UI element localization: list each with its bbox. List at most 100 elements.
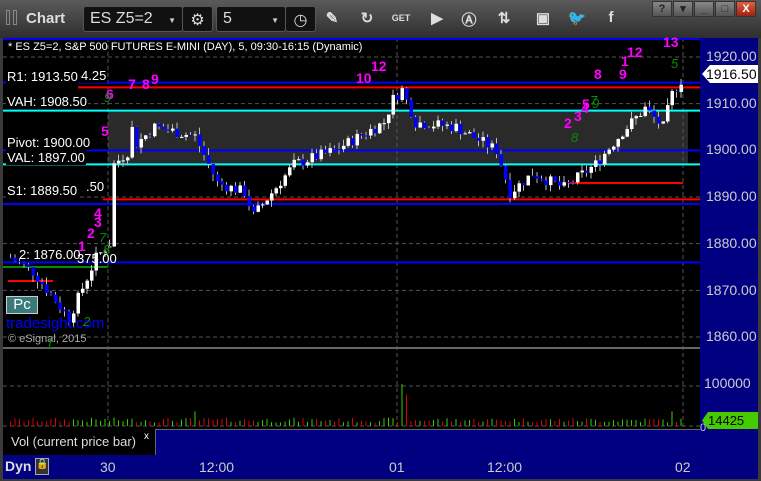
candle xyxy=(144,135,148,140)
r1-label: R1: 1913.50 xyxy=(6,69,79,84)
candle xyxy=(139,139,143,148)
price-axis-label: 1870.00 xyxy=(706,281,757,298)
candle xyxy=(661,121,665,124)
price-axis[interactable]: 1920.00 1910.00 1900.00 1890.00 1880.00 1870.… xyxy=(700,38,758,455)
chart-area[interactable]: * ES Z5=2, S&P 500 FUTURES E-MINI (DAY),… xyxy=(3,34,700,455)
price-axis-label: 1860.00 xyxy=(706,328,757,345)
candle xyxy=(526,175,530,186)
time-axis[interactable]: Dyn 🔒 30 12:00 01 12:00 02 xyxy=(3,455,758,479)
refresh-icon[interactable]: ↻ xyxy=(357,9,377,27)
price-axis-label: 1920.00 xyxy=(706,48,757,64)
candle xyxy=(670,91,674,106)
candle xyxy=(315,153,319,160)
candle xyxy=(328,148,332,153)
candle xyxy=(126,157,130,161)
candle xyxy=(85,280,89,289)
candle xyxy=(54,294,58,303)
comment-icon[interactable]: ▣ xyxy=(533,9,553,27)
candle xyxy=(22,262,26,265)
candle xyxy=(202,146,206,156)
candle xyxy=(576,172,580,183)
twitter-icon[interactable]: 🐦 xyxy=(567,9,587,27)
lock-icon[interactable]: 🔒 xyxy=(35,458,49,475)
candle xyxy=(585,170,589,173)
candle xyxy=(594,160,598,167)
setup-count: 5 xyxy=(671,56,679,71)
candle xyxy=(679,84,683,93)
candle xyxy=(9,257,13,259)
candle xyxy=(553,176,557,182)
candle xyxy=(184,134,188,137)
candle xyxy=(216,174,220,182)
minimize-button[interactable]: _ xyxy=(694,1,714,17)
sequence-count: 13 xyxy=(663,34,679,50)
pencil-icon[interactable]: ✎ xyxy=(322,9,342,27)
facebook-icon[interactable]: f xyxy=(601,9,621,26)
candle xyxy=(45,284,49,294)
grip-handle[interactable] xyxy=(6,10,10,25)
pc-button[interactable]: Pc xyxy=(6,296,38,314)
price-axis-label: 1890.00 xyxy=(706,188,757,205)
candle xyxy=(198,134,202,147)
help-button[interactable]: ? xyxy=(652,1,672,17)
candle xyxy=(409,99,413,118)
s1-extra: .50 xyxy=(85,179,106,194)
sequence-count: 9 xyxy=(151,71,159,87)
chevron-down-icon: ▼ xyxy=(168,16,176,25)
setup-count: 2 xyxy=(83,314,91,329)
candle xyxy=(180,136,184,138)
candle xyxy=(81,288,85,293)
get-icon[interactable]: GET xyxy=(391,13,411,23)
candle xyxy=(463,133,467,135)
link-icon[interactable]: ⇅ xyxy=(494,9,514,27)
setup-count: 8 xyxy=(103,242,111,257)
candle xyxy=(121,160,125,162)
alert-icon[interactable]: Ⓐ xyxy=(459,9,479,30)
title-bar: Chart ES Z5=2 ▼ ⚙ 5 ▼ ◷ ✎ ↻ GET ▶ Ⓐ ⇅ ▣ 🐦 … xyxy=(0,0,761,38)
candle xyxy=(63,309,67,312)
candle xyxy=(400,88,404,100)
candle xyxy=(607,149,611,154)
candle xyxy=(414,117,418,128)
candle xyxy=(477,138,481,141)
sequence-count: 8 xyxy=(142,76,150,92)
price-axis-label: 1880.00 xyxy=(706,234,757,251)
candle xyxy=(616,138,620,147)
play-icon[interactable]: ▶ xyxy=(427,9,447,27)
sequence-count: 10 xyxy=(356,70,372,86)
grip-handle[interactable] xyxy=(13,10,17,25)
s2-label: 2: 1876.00 xyxy=(19,247,81,262)
restore-button[interactable]: ▾ xyxy=(673,1,693,17)
chart-header: * ES Z5=2, S&P 500 FUTURES E-MINI (DAY),… xyxy=(8,41,363,53)
candle xyxy=(666,105,670,122)
maximize-button[interactable]: □ xyxy=(715,1,735,17)
close-study-button[interactable]: x xyxy=(144,431,149,442)
clock-icon[interactable]: ◷ xyxy=(285,6,316,32)
candle xyxy=(162,126,166,130)
price-axis-label: 1900.00 xyxy=(706,141,757,158)
candle xyxy=(153,123,157,137)
dyn-label: Dyn xyxy=(5,458,32,474)
symbol-select[interactable]: ES Z5=2 ▼ xyxy=(83,6,183,32)
sequence-count: 12 xyxy=(627,44,643,60)
candle xyxy=(432,126,436,129)
candle xyxy=(306,162,310,166)
candle xyxy=(405,88,409,100)
setup-count: 1 xyxy=(46,336,54,351)
interval-select[interactable]: 5 ▼ xyxy=(216,6,286,32)
volume-axis-label: 100000 xyxy=(704,375,751,391)
candle xyxy=(427,128,431,130)
candle xyxy=(675,91,679,93)
candle xyxy=(229,185,233,192)
candle xyxy=(135,127,139,148)
candle xyxy=(292,159,296,168)
val-label: VAL: 1897.00 xyxy=(6,150,86,165)
sequence-count: 1 xyxy=(78,238,86,254)
candle xyxy=(468,132,472,134)
settings-icon[interactable]: ⚙ xyxy=(182,6,213,32)
candle xyxy=(459,123,463,135)
candle xyxy=(234,185,238,193)
candle xyxy=(13,257,17,262)
close-button[interactable]: X xyxy=(736,1,756,17)
candle xyxy=(225,184,229,192)
